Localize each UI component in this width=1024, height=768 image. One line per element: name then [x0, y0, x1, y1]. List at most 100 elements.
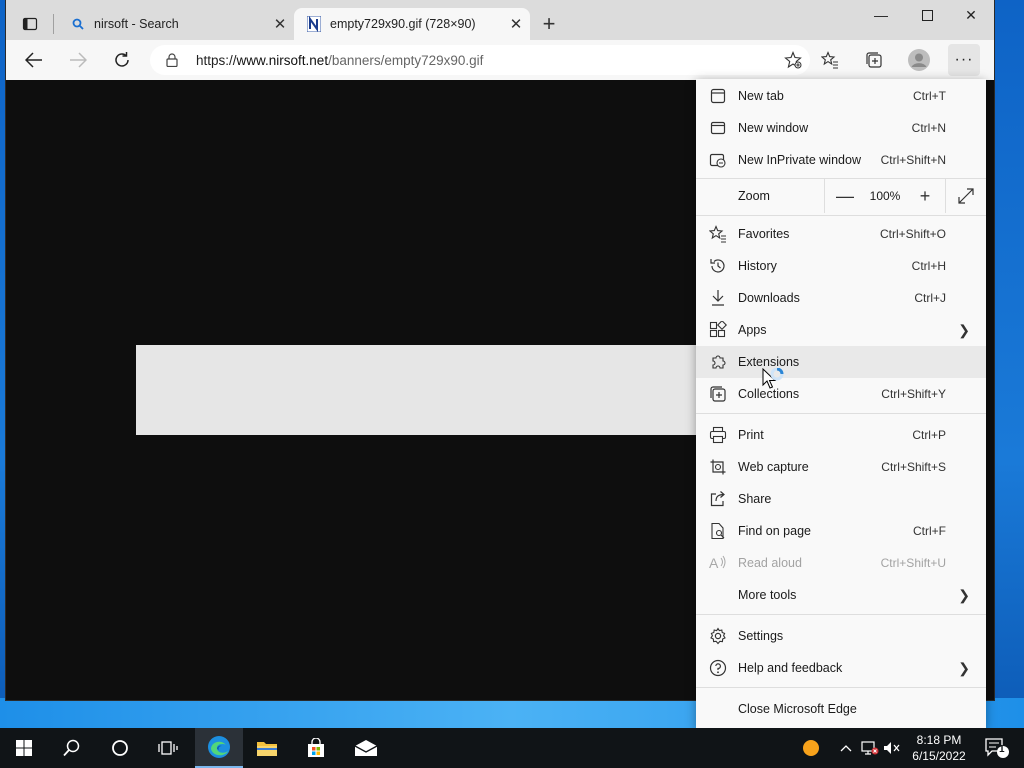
avatar	[908, 49, 930, 71]
zoom-control: Zoom — 100% +	[696, 179, 986, 213]
forward-button[interactable]	[62, 44, 94, 76]
folder-icon	[257, 742, 277, 756]
profile-button[interactable]	[903, 44, 935, 76]
collections-button[interactable]	[858, 44, 890, 76]
back-button[interactable]	[18, 44, 50, 76]
maximize-icon	[921, 9, 933, 21]
store-icon	[308, 738, 324, 757]
show-hidden-icons-button[interactable]	[838, 728, 854, 768]
refresh-button[interactable]	[106, 44, 138, 76]
svg-text:A: A	[709, 555, 719, 571]
zoom-out-button[interactable]: —	[825, 179, 865, 213]
full-screen-button[interactable]	[946, 179, 986, 213]
cortana-icon	[112, 740, 128, 756]
menu-label: Downloads	[738, 291, 800, 305]
tab-actions-button[interactable]	[14, 8, 46, 40]
menu-label: Web capture	[738, 460, 809, 474]
menu-item-help-and-feedback[interactable]: Help and feedback ❯	[696, 652, 986, 684]
close-edge-spacer	[708, 699, 728, 719]
nirsoft-favicon-icon	[306, 16, 322, 32]
volume-muted-icon[interactable]	[882, 728, 902, 768]
settings-and-more-button[interactable]: ···	[948, 44, 980, 76]
tab-image[interactable]: empty729x90.gif (728×90) ✕	[294, 8, 530, 40]
apps-icon	[708, 320, 728, 340]
chevron-up-icon	[840, 745, 852, 752]
url-path: /banners/empty729x90.gif	[328, 52, 484, 68]
close-tab-button[interactable]: ✕	[502, 15, 530, 33]
taskbar-mail-button[interactable]	[342, 728, 390, 768]
menu-item-print[interactable]: Print Ctrl+P	[696, 419, 986, 451]
menu-item-find-on-page[interactable]: Find on page Ctrl+F	[696, 515, 986, 547]
download-icon	[708, 288, 728, 308]
tab-title: empty729x90.gif (728×90)	[330, 17, 476, 31]
menu-item-web-capture[interactable]: Web capture Ctrl+Shift+S	[696, 451, 986, 483]
menu-item-more-tools[interactable]: More tools ❯	[696, 579, 986, 611]
taskbar-store-button[interactable]	[292, 728, 340, 768]
action-center-button[interactable]: 1	[978, 728, 1016, 768]
chevron-right-icon: ❯	[958, 587, 970, 603]
maximize-button[interactable]	[904, 0, 950, 30]
mail-icon	[354, 740, 378, 756]
menu-divider	[696, 687, 986, 688]
toolbar: https://www.nirsoft.net/banners/empty729…	[6, 40, 994, 81]
menu-item-collections[interactable]: Collections Ctrl+Shift+Y	[696, 378, 986, 410]
print-icon	[708, 425, 728, 445]
address-bar[interactable]: https://www.nirsoft.net/banners/empty729…	[150, 45, 810, 75]
zoom-label: Zoom	[738, 189, 770, 203]
menu-item-read-aloud: A Read aloud Ctrl+Shift+U	[696, 547, 986, 579]
tray-app-icon[interactable]	[800, 728, 822, 768]
menu-item-new-inprivate-window[interactable]: New InPrivate window Ctrl+Shift+N	[696, 144, 986, 176]
menu-label: Collections	[738, 387, 800, 401]
menu-item-settings[interactable]: Settings	[696, 620, 986, 652]
add-favorite-button[interactable]	[784, 51, 802, 72]
minimize-button[interactable]: —	[858, 0, 904, 30]
chevron-right-icon: ❯	[958, 322, 970, 338]
history-icon	[708, 256, 728, 276]
menu-item-close-edge[interactable]: Close Microsoft Edge	[696, 693, 986, 725]
more-tools-spacer	[708, 585, 728, 605]
menu-label: Help and feedback	[738, 661, 843, 675]
menu-item-extensions[interactable]: Extensions	[696, 346, 986, 378]
network-icon[interactable]	[860, 728, 880, 768]
menu-label: Settings	[738, 629, 784, 643]
menu-shortcut: Ctrl+H	[911, 259, 946, 273]
task-view-button[interactable]	[144, 728, 192, 768]
menu-label: New InPrivate window	[738, 153, 861, 167]
menu-divider	[696, 413, 986, 414]
menu-item-history[interactable]: History Ctrl+H	[696, 250, 986, 282]
zoom-in-button[interactable]: +	[905, 179, 945, 213]
menu-label: Share	[738, 492, 772, 506]
menu-item-new-window[interactable]: New window Ctrl+N	[696, 112, 986, 144]
new-tab-button[interactable]: +	[536, 11, 562, 37]
clock-date: 6/15/2022	[912, 749, 966, 763]
close-window-button[interactable]: ✕	[948, 0, 994, 30]
menu-item-new-tab[interactable]: New tab Ctrl+T	[696, 80, 986, 112]
menu-label: Close Microsoft Edge	[738, 702, 857, 716]
menu-item-share[interactable]: Share	[696, 483, 986, 515]
menu-label: Find on page	[738, 524, 811, 538]
taskbar-search-button[interactable]	[48, 728, 96, 768]
menu-divider	[696, 215, 986, 216]
clock-time: 8:18 PM	[916, 733, 962, 747]
forward-arrow-icon	[70, 52, 87, 68]
settings-menu: New tab Ctrl+T New window Ctrl+N New InP…	[696, 79, 986, 729]
url-host: www.nirsoft.net	[236, 52, 329, 68]
tab-search[interactable]: nirsoft - Search ✕	[58, 8, 294, 40]
menu-item-downloads[interactable]: Downloads Ctrl+J	[696, 282, 986, 314]
taskbar-edge-button[interactable]	[195, 728, 243, 768]
search-icon	[70, 16, 86, 32]
menu-item-apps[interactable]: Apps ❯	[696, 314, 986, 346]
close-tab-button[interactable]: ✕	[266, 15, 294, 33]
favorites-icon	[708, 224, 728, 244]
search-icon	[63, 739, 80, 757]
menu-label: History	[738, 259, 777, 273]
favorites-button[interactable]	[814, 44, 846, 76]
menu-label: Extensions	[738, 355, 800, 369]
system-clock[interactable]: 8:18 PM 6/15/2022	[904, 732, 974, 764]
taskbar-file-explorer-button[interactable]	[243, 728, 291, 768]
start-button[interactable]	[0, 728, 48, 768]
taskbar: 8:18 PM 6/15/2022 1	[0, 728, 1024, 768]
menu-item-favorites[interactable]: Favorites Ctrl+Shift+O	[696, 218, 986, 250]
cortana-button[interactable]	[96, 728, 144, 768]
collections-icon	[866, 52, 882, 68]
